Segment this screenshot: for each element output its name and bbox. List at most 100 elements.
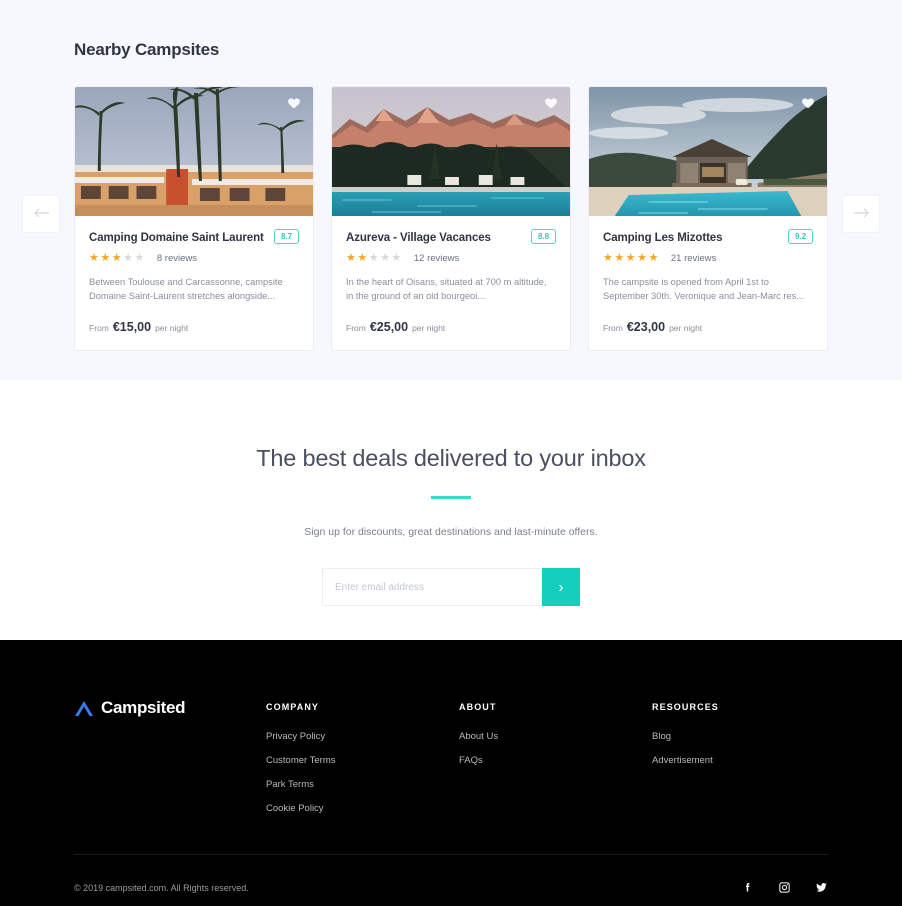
score-badge: 8.8 — [531, 229, 556, 244]
star-icon: ★ — [100, 251, 111, 264]
facebook-icon[interactable] — [741, 881, 754, 894]
footer-link-about-us[interactable]: About Us — [459, 731, 652, 742]
campsite-card-body: Camping Les Mizottes 9.2 ★ ★ ★ ★ ★ 21 re… — [589, 216, 827, 350]
campsite-card-body: Camping Domaine Saint Laurent 8.7 ★ ★ ★ … — [75, 216, 313, 350]
campsite-name: Camping Les Mizottes — [603, 232, 723, 244]
campsite-card[interactable]: Camping Les Mizottes 9.2 ★ ★ ★ ★ ★ 21 re… — [588, 86, 828, 351]
footer-bottom-bar: © 2019 campsited.com. All Rights reserve… — [74, 881, 828, 894]
rating-row: ★ ★ ★ ★ ★ 21 reviews — [603, 251, 813, 264]
rating-row: ★ ★ ★ ★ ★ 12 reviews — [346, 251, 556, 264]
star-icon: ★ — [603, 251, 614, 264]
email-input[interactable] — [322, 568, 542, 606]
footer-brand-column: Campsited — [74, 698, 266, 827]
newsletter-subheading: Sign up for discounts, great destination… — [304, 526, 598, 538]
campsite-name: Azureva - Village Vacances — [346, 232, 491, 244]
newsletter-form: › — [322, 568, 580, 606]
price-prefix: From — [603, 322, 623, 333]
campsite-description: The campsite is opened from April 1st to… — [603, 276, 805, 301]
campsite-image — [589, 87, 827, 216]
star-icon: ★ — [111, 251, 123, 264]
star-icon: ★ — [357, 251, 368, 264]
carousel-next-button[interactable] — [842, 195, 880, 233]
campsite-image — [332, 87, 570, 216]
footer-columns: Campsited COMPANY Privacy Policy Custome… — [74, 640, 828, 827]
footer-column-title: COMPANY — [266, 702, 320, 712]
footer-column-about: ABOUT About Us FAQs — [459, 698, 652, 827]
star-icon: ★ — [123, 251, 134, 264]
star-icon: ★ — [637, 251, 648, 264]
footer-link-blog[interactable]: Blog — [652, 731, 719, 742]
campsited-tent-logo-icon — [74, 700, 94, 717]
star-icon: ★ — [134, 251, 145, 264]
star-icon: ★ — [625, 251, 637, 264]
brand-name: Campsited — [101, 698, 186, 717]
campsite-description: Between Toulouse and Carcassonne, campsi… — [89, 276, 283, 301]
price-prefix: From — [89, 322, 109, 333]
twitter-icon[interactable] — [815, 881, 828, 894]
price-prefix: From — [346, 322, 366, 333]
footer-link-privacy-policy[interactable]: Privacy Policy — [266, 731, 459, 742]
price-unit: per night — [669, 322, 703, 333]
star-icon: ★ — [648, 251, 659, 264]
footer-link-customer-terms[interactable]: Customer Terms — [266, 755, 459, 766]
review-count: 8 reviews — [156, 252, 197, 264]
price-row: From €23,00 per night — [603, 320, 813, 334]
campsite-carousel: Camping Domaine Saint Laurent 8.7 ★ ★ ★ … — [0, 86, 902, 351]
star-rating: ★ ★ ★ ★ ★ — [603, 251, 659, 264]
campsite-image — [75, 87, 313, 216]
social-links — [741, 881, 828, 894]
nearby-campsites-section: Nearby Campsites Camping Domaine Saint L… — [0, 0, 902, 380]
price-value: €15,00 — [112, 319, 152, 334]
footer-link-faqs[interactable]: FAQs — [459, 755, 652, 766]
score-badge: 9.2 — [788, 229, 813, 244]
score-badge: 8.7 — [274, 229, 299, 244]
rating-row: ★ ★ ★ ★ ★ 8 reviews — [89, 251, 299, 264]
footer-link-cookie-policy[interactable]: Cookie Policy — [266, 803, 459, 814]
price-value: €23,00 — [626, 319, 666, 334]
footer-link-advertisement[interactable]: Advertisement — [652, 755, 719, 766]
brand-logo[interactable]: Campsited — [74, 698, 266, 718]
heart-icon[interactable] — [544, 96, 558, 110]
carousel-prev-button[interactable] — [22, 195, 60, 233]
star-rating: ★ ★ ★ ★ ★ — [346, 251, 402, 264]
campsite-name: Camping Domaine Saint Laurent — [89, 232, 264, 244]
heart-icon[interactable] — [801, 96, 815, 110]
campsite-card-header: Camping Domaine Saint Laurent 8.7 — [89, 229, 299, 246]
newsletter-submit-button[interactable]: › — [542, 568, 580, 606]
campsite-card[interactable]: Azureva - Village Vacances 8.8 ★ ★ ★ ★ ★… — [331, 86, 571, 351]
footer-column-resources: RESOURCES Blog Advertisement — [652, 698, 719, 827]
heart-icon[interactable] — [287, 96, 301, 110]
review-count: 12 reviews — [413, 252, 460, 264]
star-icon: ★ — [346, 251, 357, 264]
campsite-card[interactable]: Camping Domaine Saint Laurent 8.7 ★ ★ ★ … — [74, 86, 314, 351]
campsite-description: In the heart of Oisans, situated at 700 … — [346, 276, 547, 301]
campsite-card-body: Azureva - Village Vacances 8.8 ★ ★ ★ ★ ★… — [332, 216, 570, 350]
site-footer: Campsited COMPANY Privacy Policy Custome… — [0, 640, 902, 906]
newsletter-section: The best deals delivered to your inbox S… — [0, 380, 902, 640]
price-unit: per night — [155, 322, 189, 333]
footer-divider — [74, 854, 828, 855]
footer-column-title: RESOURCES — [652, 702, 719, 712]
price-unit: per night — [412, 322, 446, 333]
price-value: €25,00 — [369, 319, 409, 334]
page-title: Nearby Campsites — [74, 40, 220, 59]
star-icon: ★ — [380, 251, 391, 264]
star-rating: ★ ★ ★ ★ ★ — [89, 251, 145, 264]
footer-link-park-terms[interactable]: Park Terms — [266, 779, 459, 790]
newsletter-divider — [431, 496, 471, 499]
star-icon: ★ — [368, 251, 380, 264]
newsletter-heading: The best deals delivered to your inbox — [256, 445, 646, 471]
star-icon: ★ — [614, 251, 625, 264]
arrow-right-icon — [853, 207, 870, 222]
copyright-text: © 2019 campsited.com. All Rights reserve… — [74, 882, 249, 893]
campsite-card-header: Azureva - Village Vacances 8.8 — [346, 229, 556, 246]
campsite-card-header: Camping Les Mizottes 9.2 — [603, 229, 813, 246]
price-row: From €25,00 per night — [346, 320, 556, 334]
arrow-left-icon — [33, 207, 50, 222]
star-icon: ★ — [89, 251, 100, 264]
instagram-icon[interactable] — [778, 881, 791, 894]
review-count: 21 reviews — [670, 252, 717, 264]
campsite-card-list: Camping Domaine Saint Laurent 8.7 ★ ★ ★ … — [0, 86, 902, 351]
footer-column-company: COMPANY Privacy Policy Customer Terms Pa… — [266, 698, 459, 827]
price-row: From €15,00 per night — [89, 320, 299, 334]
